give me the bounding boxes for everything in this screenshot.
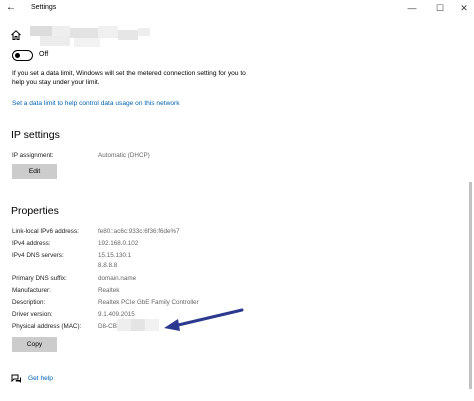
manufacturer-label: Manufacturer: — [12, 287, 51, 294]
ipv4-dns-label: IPv4 DNS servers: — [12, 252, 64, 259]
dns-suffix-value: domain.name — [98, 275, 137, 282]
window-title: Settings — [31, 4, 57, 11]
description-value: Realtek PCIe GbE Family Controller — [98, 299, 199, 306]
manufacturer-value: Realtek — [98, 287, 120, 294]
redacted-network-name — [30, 26, 150, 48]
ip-assignment-label: IP assignment: — [12, 152, 54, 159]
description-label: Description: — [12, 299, 46, 306]
ipv4-dns-value-1: 15.15.130.1 — [98, 252, 132, 259]
copy-button[interactable]: Copy — [12, 337, 57, 352]
driver-version-value: 9.1.409.2015 — [98, 311, 135, 318]
close-button[interactable]: ✕ — [457, 1, 471, 15]
home-icon — [11, 30, 21, 40]
get-help-link[interactable]: Get help — [28, 375, 53, 382]
toggle-state-label: Off — [39, 51, 49, 58]
metered-toggle[interactable] — [12, 50, 33, 61]
back-arrow-icon[interactable]: ← — [6, 2, 18, 14]
annotation-arrow — [164, 308, 244, 331]
edit-button[interactable]: Edit — [12, 164, 57, 179]
maximize-button[interactable]: ☐ — [433, 1, 447, 15]
ip-settings-heading: IP settings — [11, 129, 60, 141]
link-local-ipv6-value: fe80::ac6c:933c:6f36:f6de%7 — [98, 228, 180, 235]
mac-address-value: D8-CB — [98, 323, 117, 330]
ip-assignment-value: Automatic (DHCP) — [98, 152, 150, 159]
help-chat-icon — [11, 374, 21, 383]
driver-version-label: Driver version: — [12, 311, 53, 318]
dns-suffix-label: Primary DNS suffix: — [12, 275, 67, 282]
data-limit-link[interactable]: Set a data limit to help control data us… — [12, 100, 180, 107]
mac-address-label: Physical address (MAC): — [12, 323, 82, 330]
data-limit-description: If you set a data limit, Windows will se… — [12, 70, 246, 86]
title-bar: ← Settings — ☐ ✕ — [0, 0, 474, 17]
properties-heading: Properties — [11, 205, 59, 217]
toggle-knob — [15, 52, 20, 58]
ipv4-address-label: IPv4 address: — [12, 240, 51, 247]
scrollbar-thumb[interactable] — [469, 182, 472, 389]
link-local-ipv6-label: Link-local IPv6 address: — [12, 228, 79, 235]
ipv4-address-value: 192.168.0.102 — [98, 240, 139, 247]
redacted-mac-address — [117, 319, 159, 331]
minimize-button[interactable]: — — [405, 1, 419, 15]
ipv4-dns-value-2: 8.8.8.8 — [98, 262, 118, 269]
